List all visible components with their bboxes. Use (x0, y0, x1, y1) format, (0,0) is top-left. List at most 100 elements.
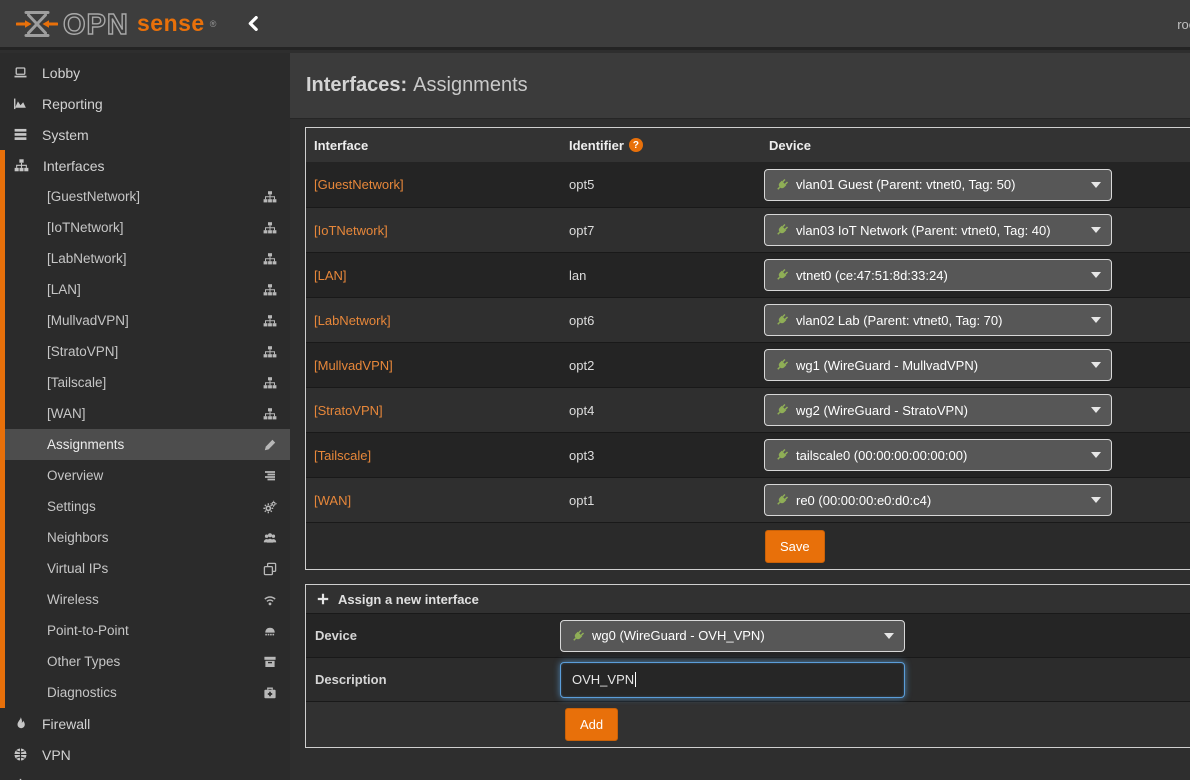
select-value: vlan01 Guest (Parent: vtnet0, Tag: 50) (796, 177, 1015, 192)
plug-icon (775, 358, 789, 372)
sidebar-collapse-button[interactable] (246, 16, 261, 31)
description-input[interactable]: OVH_VPN (560, 662, 905, 698)
interface-link[interactable]: [IoTNetwork] (314, 223, 388, 238)
interface-link[interactable]: [StratoVPN] (314, 403, 383, 418)
device-select[interactable]: vlan01 Guest (Parent: vtnet0, Tag: 50) (764, 169, 1112, 201)
identifier-help-icon[interactable]: ? (629, 138, 643, 152)
sidebar-item-lobby[interactable]: Lobby (0, 57, 290, 88)
sitemap-icon (263, 190, 277, 204)
caret-down-icon (1091, 182, 1101, 188)
identifier-value: opt3 (561, 448, 761, 463)
plug-icon (775, 313, 789, 327)
users-icon (263, 531, 277, 545)
device-select[interactable]: wg1 (WireGuard - MullvadVPN) (764, 349, 1112, 381)
sidebar-item-reporting[interactable]: Reporting (0, 88, 290, 119)
description-input-value: OVH_VPN (572, 672, 634, 687)
topbar-user-text[interactable]: roo (1177, 17, 1190, 32)
topbar: OPN sense ® roo (0, 0, 1190, 50)
new-interface-form: Assign a new interface Device wg0 (WireG… (305, 584, 1190, 748)
assignments-table: Interface Identifier ? Device [GuestNetw… (305, 127, 1190, 570)
assignments-table-body: [GuestNetwork]opt5vlan01 Guest (Parent: … (306, 162, 1190, 522)
table-row: [GuestNetwork]opt5vlan01 Guest (Parent: … (306, 162, 1190, 207)
sitemap-icon (263, 252, 277, 266)
sidebar-item-stratovpn[interactable]: [StratoVPN] (5, 336, 290, 367)
identifier-value: lan (561, 268, 761, 283)
select-value: re0 (00:00:00:e0:d0:c4) (796, 493, 931, 508)
sidebar-item-label: Lobby (42, 65, 80, 81)
plug-icon (775, 178, 789, 192)
sidebar-item-system[interactable]: System (0, 119, 290, 150)
caret-down-icon (1091, 362, 1101, 368)
device-select[interactable]: re0 (00:00:00:e0:d0:c4) (764, 484, 1112, 516)
sidebar-item-virtual-ips[interactable]: Virtual IPs (5, 553, 290, 584)
new-device-select[interactable]: wg0 (WireGuard - OVH_VPN) (560, 620, 905, 652)
sidebar-item-label: Neighbors (47, 530, 109, 545)
interface-link[interactable]: [LabNetwork] (314, 313, 391, 328)
sidebar-item-wireless[interactable]: Wireless (5, 584, 290, 615)
sidebar-item-guestnetwork[interactable]: [GuestNetwork] (5, 181, 290, 212)
save-button[interactable]: Save (765, 530, 825, 563)
device-select[interactable]: tailscale0 (00:00:00:00:00:00) (764, 439, 1112, 471)
sitemap-icon (263, 314, 277, 328)
sidebar-nav: Lobby ReportingSystemInterfaces[GuestNetw… (0, 57, 290, 780)
caret-down-icon (1091, 407, 1101, 413)
sidebar-item-other-types[interactable]: Other Types (5, 646, 290, 677)
select-value: tailscale0 (00:00:00:00:00:00) (796, 448, 967, 463)
sidebar-item-diagnostics[interactable]: Diagnostics (5, 677, 290, 708)
opnsense-logo[interactable]: OPN sense ® (16, 7, 216, 41)
sidebar-item-label: Wireless (47, 592, 99, 607)
sidebar-item-overview[interactable]: Overview (5, 460, 290, 491)
device-form-row: Device wg0 (WireGuard - OVH_VPN) (306, 613, 1190, 657)
table-row: [LabNetwork] opt6vlan02 Lab (Parent: vtne… (306, 297, 1190, 342)
caret-down-icon (1091, 227, 1101, 233)
caret-down-icon (1091, 272, 1101, 278)
caret-down-icon (1091, 317, 1101, 323)
sitemap-icon (263, 283, 277, 297)
new-interface-form-header[interactable]: Assign a new interface (306, 585, 1190, 613)
sidebar-item-settings[interactable]: Settings (5, 491, 290, 522)
sidebar-item-point-to-point[interactable]: Point-to-Point (5, 615, 290, 646)
table-row: [StratoVPN]opt4wg2 (WireGuard - StratoVP… (306, 387, 1190, 432)
interface-link[interactable]: [LAN] (314, 268, 347, 283)
sidebar-item-services[interactable]: Services (0, 770, 290, 780)
interface-link[interactable]: [Tailscale] (314, 448, 371, 463)
select-value: vlan03 IoT Network (Parent: vtnet0, Tag:… (796, 223, 1051, 238)
sidebar-item-lan[interactable]: [LAN] (5, 274, 290, 305)
plug-icon (775, 268, 789, 282)
device-select[interactable]: vlan03 IoT Network (Parent: vtnet0, Tag:… (764, 214, 1112, 246)
medkit-icon (263, 686, 277, 700)
plug-icon (775, 493, 789, 507)
device-select[interactable]: wg2 (WireGuard - StratoVPN) (764, 394, 1112, 426)
interface-link[interactable]: [GuestNetwork] (314, 177, 404, 192)
sidebar-item-neighbors[interactable]: Neighbors (5, 522, 290, 553)
add-button[interactable]: Add (565, 708, 618, 741)
sidebar-item-mullvadvpn[interactable]: [MullvadVPN] (5, 305, 290, 336)
interface-link[interactable]: [WAN] (314, 493, 351, 508)
description-label: Description (306, 672, 560, 687)
sidebar: Lobby ReportingSystemInterfaces[GuestNetw… (0, 53, 290, 780)
interface-link[interactable]: [MullvadVPN] (314, 358, 393, 373)
sidebar-item-labnetwork[interactable]: [LabNetwork] (5, 243, 290, 274)
sidebar-item-wan[interactable]: [WAN] (5, 398, 290, 429)
sidebar-item-label: [WAN] (47, 406, 86, 421)
device-select[interactable]: vlan02 Lab (Parent: vtnet0, Tag: 70) (764, 304, 1112, 336)
identifier-value: opt6 (561, 313, 761, 328)
device-select[interactable]: vtnet0 (ce:47:51:8d:33:24) (764, 259, 1112, 291)
sidebar-item-assignments[interactable]: Assignments (5, 429, 290, 460)
column-header-identifier-wrap: Identifier ? (561, 138, 761, 153)
sidebar-item-firewall[interactable]: Firewall (0, 708, 290, 739)
table-row: [LAN] lanvtnet0 (ce:47:51:8d:33:24) (306, 252, 1190, 297)
identifier-value: opt1 (561, 493, 761, 508)
table-row: [IoTNetwork]opt7vlan03 IoT Network (Pare… (306, 207, 1190, 252)
sidebar-item-label: Assignments (47, 437, 124, 452)
wifi-icon (263, 593, 277, 607)
column-header-device: Device (761, 138, 1190, 153)
add-row: Add (306, 701, 1190, 747)
select-value: wg0 (WireGuard - OVH_VPN) (592, 628, 765, 643)
sidebar-item-vpn[interactable]: VPN (0, 739, 290, 770)
sidebar-item-iotnetwork[interactable]: [IoTNetwork] (5, 212, 290, 243)
sidebar-item-tailscale[interactable]: [Tailscale] (5, 367, 290, 398)
sidebar-item-interfaces[interactable]: Interfaces (5, 150, 290, 181)
new-interface-form-title: Assign a new interface (338, 592, 479, 607)
sitemap-icon (263, 345, 277, 359)
